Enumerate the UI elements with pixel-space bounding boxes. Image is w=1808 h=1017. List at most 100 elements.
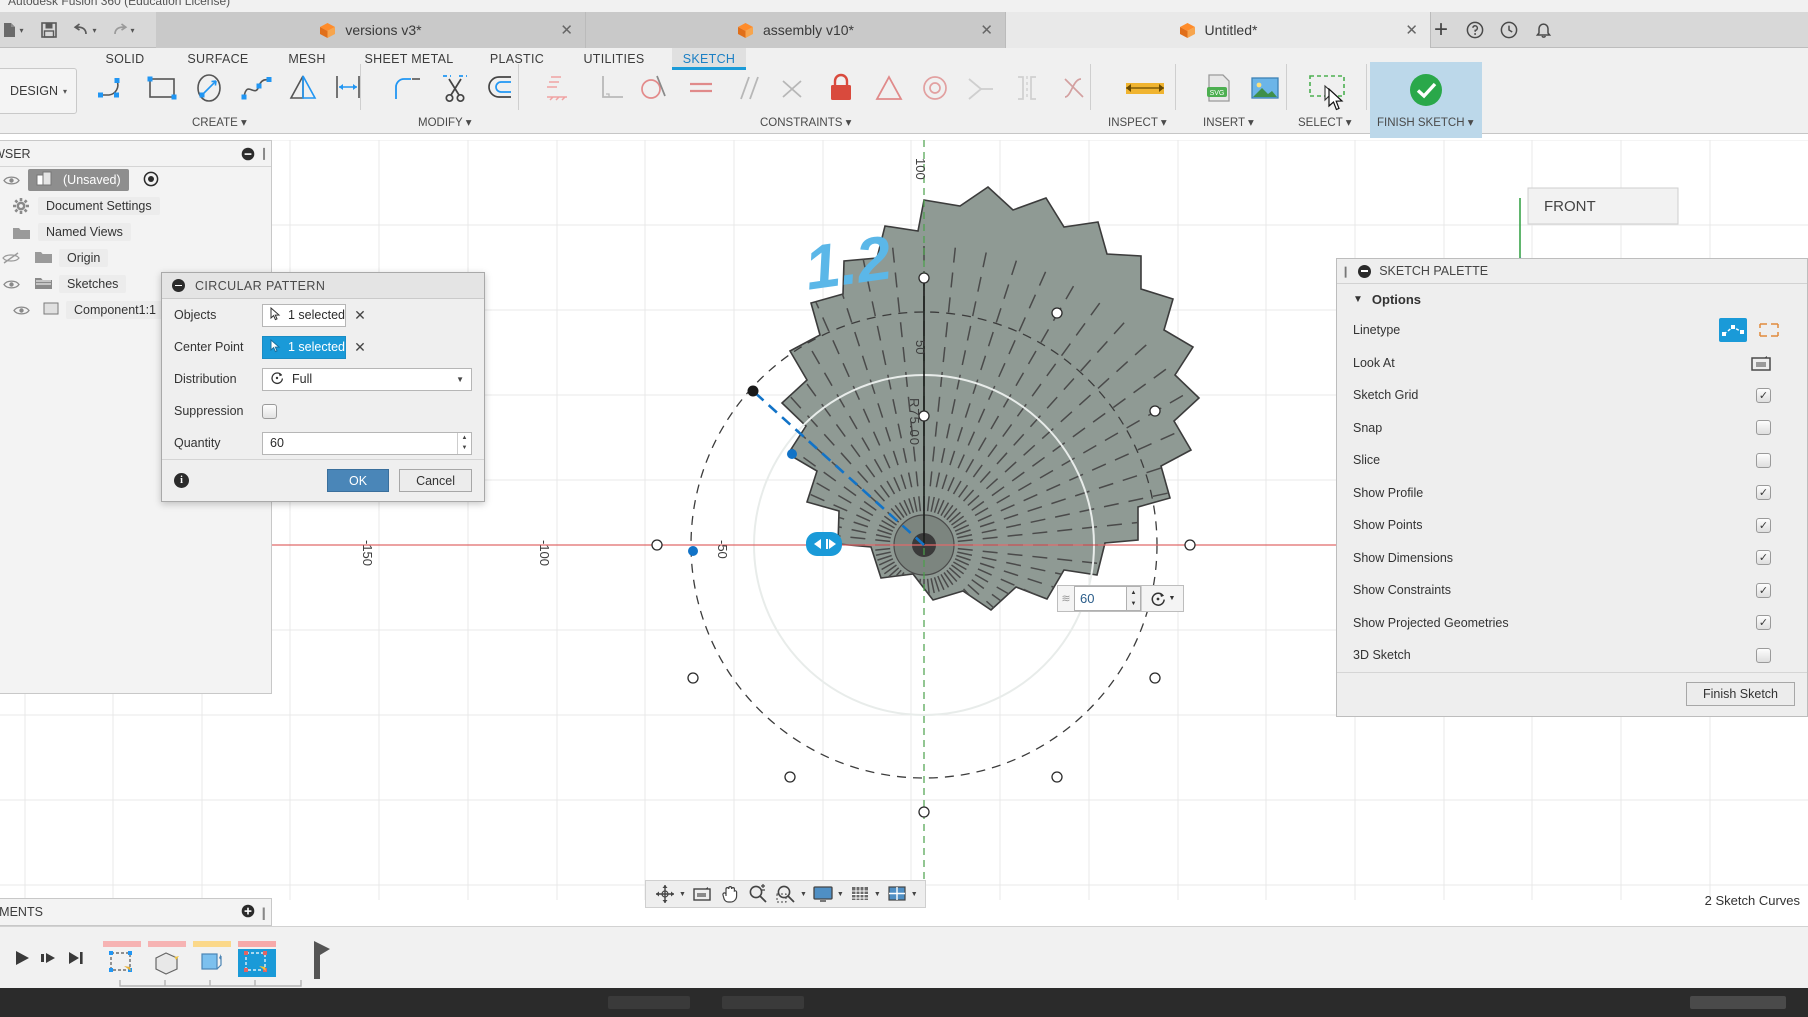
quantity-stepper[interactable]: ▲▼ [457, 433, 471, 454]
canvas-quantity-editor[interactable]: ≋ ▲▼ ▼ [1057, 585, 1184, 612]
ribbon-group-select[interactable]: SELECT ▾ [1298, 115, 1352, 129]
suppression-checkbox[interactable] [262, 404, 277, 419]
plus-circle-icon[interactable] [241, 904, 255, 921]
three-d-sketch-checkbox[interactable] [1756, 648, 1771, 663]
panel-grip[interactable]: ❙ [1341, 265, 1350, 278]
constraint-curvature[interactable] [1052, 66, 1098, 110]
show-constraints-checkbox[interactable]: ✓ [1756, 583, 1771, 598]
pattern-quantity-stepper[interactable]: ▲▼ [1126, 586, 1141, 611]
finish-sketch-button[interactable] [1403, 68, 1449, 112]
play-button[interactable] [8, 945, 36, 971]
quantity-input[interactable]: 60 ▲▼ [262, 432, 472, 455]
ribbon-group-insert[interactable]: INSERT ▾ [1203, 115, 1254, 129]
clear-objects-button[interactable]: ✕ [346, 307, 374, 324]
browser-node-unsaved[interactable]: (Unsaved) [0, 167, 271, 193]
eye-icon[interactable] [0, 279, 22, 290]
browser-node-document-settings[interactable]: Document Settings [0, 193, 271, 219]
sketch-tool-arc[interactable] [92, 66, 138, 110]
eye-off-icon[interactable] [0, 252, 22, 264]
sketch-grid-checkbox[interactable]: ✓ [1756, 388, 1771, 403]
dialog-header[interactable]: CIRCULAR PATTERN [162, 273, 484, 299]
insert-image[interactable] [1242, 66, 1288, 110]
document-tab-untitled[interactable]: Untitled* ✕ [1006, 12, 1431, 48]
minus-circle-icon[interactable] [1358, 265, 1371, 278]
timeline-item-extrude[interactable] [148, 941, 186, 977]
info-icon[interactable]: i [174, 473, 189, 488]
finish-sketch-palette-button[interactable]: Finish Sketch [1686, 682, 1795, 706]
undo-button[interactable]: ▾ [72, 18, 98, 42]
close-icon[interactable]: ✕ [1405, 21, 1418, 39]
center-point-select-field[interactable]: 1 selected [262, 336, 346, 359]
show-points-checkbox[interactable]: ✓ [1756, 518, 1771, 533]
constraint-equal[interactable] [678, 66, 724, 110]
recent-button[interactable] [1496, 18, 1522, 42]
end-button[interactable] [62, 945, 90, 971]
ok-button[interactable]: OK [327, 469, 389, 492]
comments-panel[interactable]: COMMENTS ❙ [0, 898, 272, 926]
cancel-button[interactable]: Cancel [399, 469, 472, 492]
chevron-down-icon[interactable]: ▼ [800, 891, 807, 898]
workspace-switcher[interactable]: DESIGN ▾ [0, 68, 77, 114]
chevron-down-icon[interactable]: ▼ [911, 891, 918, 898]
constraint-perpendicular[interactable] [588, 66, 634, 110]
panel-grip[interactable]: ❙ [259, 905, 269, 920]
minus-circle-icon[interactable] [172, 279, 185, 292]
ribbon-group-modify[interactable]: MODIFY ▾ [418, 115, 471, 129]
grid-snaps-icon[interactable] [847, 882, 873, 906]
constraint-parallel[interactable] [724, 66, 770, 110]
show-profile-checkbox[interactable]: ✓ [1756, 485, 1771, 500]
new-tab-button[interactable]: + [1434, 19, 1448, 41]
browser-node-origin[interactable]: Origin [0, 245, 271, 271]
sketch-tool-circle[interactable] [186, 66, 232, 110]
constraint-fix-unfix[interactable] [818, 66, 864, 110]
chevron-down-icon[interactable]: ▼ [679, 891, 686, 898]
sketch-tool-rectangle[interactable] [140, 66, 186, 110]
objects-select-field[interactable]: 1 selected [262, 304, 346, 327]
palette-header[interactable]: ❙ SKETCH PALETTE [1337, 259, 1807, 284]
constraint-coincident[interactable] [536, 66, 582, 110]
pattern-type-button[interactable]: ▼ [1141, 586, 1183, 611]
palette-options-section[interactable]: ▼ Options [1337, 284, 1807, 314]
zoom-icon[interactable] [745, 882, 771, 906]
activate-component-radio[interactable] [143, 171, 159, 190]
close-icon[interactable]: ✕ [980, 21, 993, 39]
ribbon-group-inspect[interactable]: INSPECT ▾ [1108, 115, 1167, 129]
pan-icon[interactable] [717, 882, 743, 906]
radius-dimension-label[interactable]: R75.00 [907, 398, 922, 446]
timeline-item-thicken[interactable] [193, 941, 231, 977]
document-tab-assembly[interactable]: assembly v10* ✕ [586, 12, 1006, 48]
linetype-construction-icon[interactable] [1755, 318, 1783, 342]
orbit-icon[interactable] [652, 882, 678, 906]
panel-grip[interactable]: ❙ [259, 146, 269, 160]
constraint-tangent[interactable] [630, 66, 676, 110]
ribbon-group-constraints[interactable]: CONSTRAINTS ▾ [760, 115, 851, 129]
look-at-icon[interactable] [1747, 351, 1775, 375]
save-button[interactable] [36, 18, 62, 42]
chevron-down-icon[interactable]: ▼ [837, 891, 844, 898]
ribbon-group-create[interactable]: CREATE ▾ [192, 115, 247, 129]
show-dimensions-checkbox[interactable]: ✓ [1756, 550, 1771, 565]
slice-checkbox[interactable] [1756, 453, 1771, 468]
drag-handle-icon[interactable]: ≋ [1058, 586, 1074, 611]
sketch-tool-spline[interactable] [234, 66, 280, 110]
sketch-tool-trim[interactable] [432, 66, 478, 110]
chevron-down-icon[interactable]: ▼ [874, 891, 881, 898]
constraint-concentric[interactable] [912, 66, 958, 110]
file-menu-button[interactable]: ▾ [0, 18, 26, 42]
timeline-end-marker[interactable] [312, 939, 334, 981]
step-button[interactable] [34, 945, 62, 971]
look-at-icon[interactable] [689, 882, 715, 906]
redo-button[interactable]: ▾ [110, 18, 136, 42]
viewport-layout-icon[interactable] [884, 882, 910, 906]
inspect-measure[interactable] [1120, 66, 1170, 110]
close-icon[interactable]: ✕ [560, 21, 573, 39]
constraint-horizontal-vertical[interactable] [770, 66, 816, 110]
snap-checkbox[interactable] [1756, 420, 1771, 435]
constraint-midpoint[interactable] [866, 66, 912, 110]
timeline-item-active-sketch[interactable] [238, 941, 276, 977]
pattern-quantity-input[interactable] [1074, 586, 1126, 611]
linetype-normal-icon[interactable] [1719, 318, 1747, 342]
constraint-symmetry[interactable] [1004, 66, 1050, 110]
ribbon-group-finish-sketch[interactable]: FINISH SKETCH ▾ [1377, 115, 1474, 129]
eye-icon[interactable] [0, 175, 22, 186]
